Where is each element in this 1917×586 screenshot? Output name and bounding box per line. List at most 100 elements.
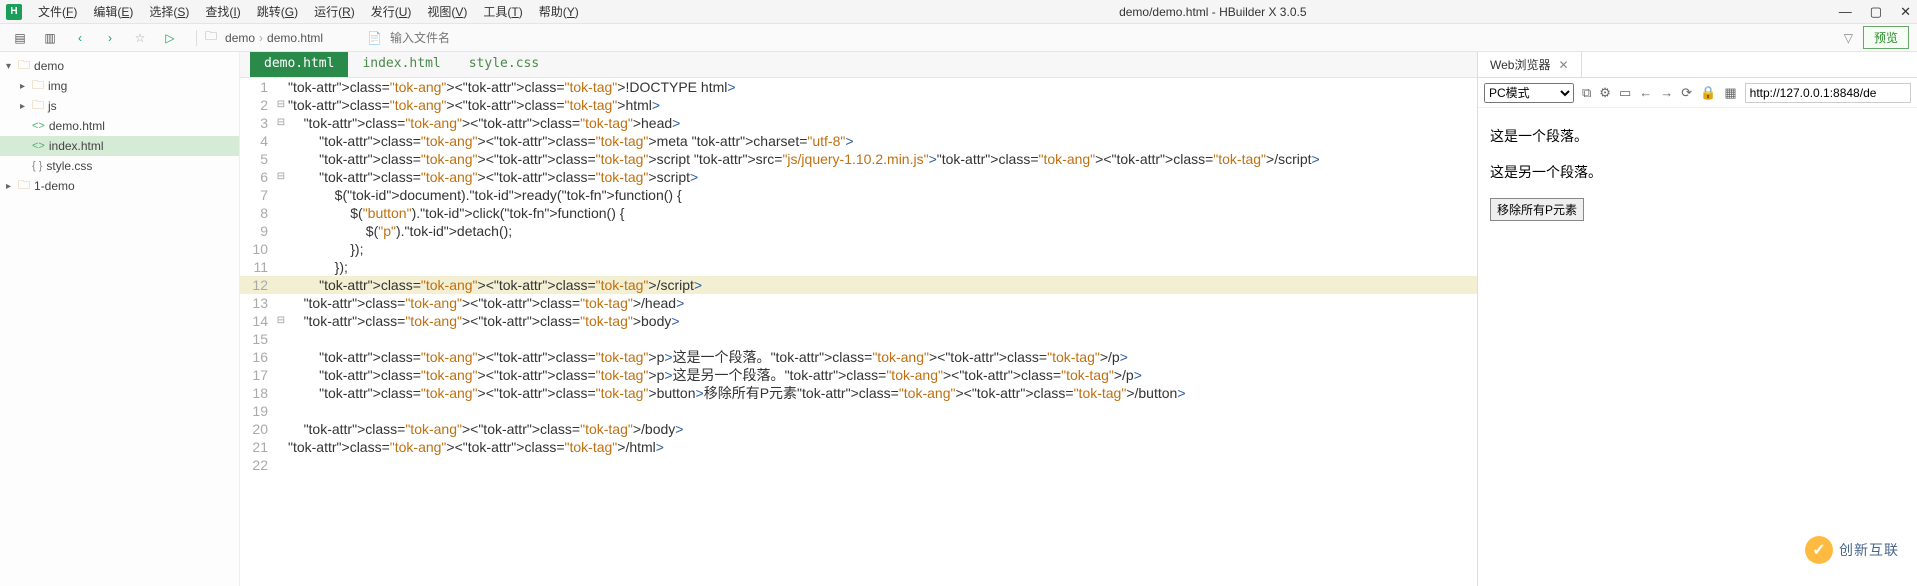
favorites-icon[interactable]: ☆	[128, 26, 152, 50]
fold-icon[interactable]	[274, 240, 288, 258]
browser-refresh-icon[interactable]: ⟳	[1681, 85, 1692, 101]
code-line[interactable]: 5 "tok-attr">class="tok-ang"><"tok-attr"…	[240, 150, 1477, 168]
chevron-icon[interactable]: ▸	[20, 101, 32, 112]
menu-item-e[interactable]: 编辑(E)	[85, 1, 141, 22]
fold-icon[interactable]	[274, 294, 288, 312]
menu-item-y[interactable]: 帮助(Y)	[531, 1, 587, 22]
left-panel-icon[interactable]: ▤	[8, 26, 32, 50]
code-line[interactable]: 3⊟ "tok-attr">class="tok-ang"><"tok-attr…	[240, 114, 1477, 132]
code-line[interactable]: 7 $("tok-id">document)."tok-id">ready("t…	[240, 186, 1477, 204]
code-line[interactable]: 8 $("button")."tok-id">click("tok-fn">fu…	[240, 204, 1477, 222]
fold-icon[interactable]: ⊟	[274, 114, 288, 132]
code-line[interactable]: 17 "tok-attr">class="tok-ang"><"tok-attr…	[240, 366, 1477, 384]
tree-item-index-html[interactable]: <>index.html	[0, 136, 239, 156]
chevron-icon[interactable]: ▾	[6, 61, 18, 72]
code-line[interactable]: 16 "tok-attr">class="tok-ang"><"tok-attr…	[240, 348, 1477, 366]
maximize-icon[interactable]: ▢	[1870, 4, 1882, 20]
chevron-icon[interactable]: ▸	[20, 81, 32, 92]
menu-item-s[interactable]: 选择(S)	[141, 1, 197, 22]
fold-icon[interactable]	[274, 222, 288, 240]
code-line[interactable]: 22	[240, 456, 1477, 474]
code-line[interactable]: 6⊟ "tok-attr">class="tok-ang"><"tok-attr…	[240, 168, 1477, 186]
line-content: });	[288, 258, 1477, 276]
menu-item-v[interactable]: 视图(V)	[419, 1, 475, 22]
minimize-icon[interactable]: —	[1839, 4, 1852, 20]
code-line[interactable]: 20 "tok-attr">class="tok-ang"><"tok-attr…	[240, 420, 1477, 438]
line-number: 6	[240, 168, 274, 186]
code-line[interactable]: 21"tok-attr">class="tok-ang"><"tok-attr"…	[240, 438, 1477, 456]
chevron-icon[interactable]: ▸	[6, 181, 18, 192]
right-panel-icon[interactable]: ▥	[38, 26, 62, 50]
fold-icon[interactable]	[274, 384, 288, 402]
fold-icon[interactable]: ⊟	[274, 168, 288, 186]
fold-icon[interactable]	[274, 402, 288, 420]
browser-back-icon[interactable]: ←	[1639, 85, 1652, 100]
fold-icon[interactable]	[274, 132, 288, 150]
menu-item-u[interactable]: 发行(U)	[363, 1, 420, 22]
code-line[interactable]: 4 "tok-attr">class="tok-ang"><"tok-attr"…	[240, 132, 1477, 150]
file-search-input[interactable]	[390, 31, 590, 45]
fold-icon[interactable]	[274, 150, 288, 168]
code-line[interactable]: 9 $("p")."tok-id">detach();	[240, 222, 1477, 240]
editor-tab-demo-html[interactable]: demo.html	[250, 52, 348, 77]
fold-icon[interactable]	[274, 348, 288, 366]
browser-screenshot-icon[interactable]: ▭	[1619, 85, 1631, 101]
fold-icon[interactable]	[274, 258, 288, 276]
app-logo-icon: H	[6, 4, 22, 20]
breadcrumb-item[interactable]: demo.html	[267, 31, 323, 45]
menu-item-r[interactable]: 运行(R)	[306, 1, 363, 22]
nav-back-icon[interactable]: ‹	[68, 26, 92, 50]
code-line[interactable]: 14⊟ "tok-attr">class="tok-ang"><"tok-att…	[240, 312, 1477, 330]
fold-icon[interactable]	[274, 330, 288, 348]
tree-item-style-css[interactable]: { }style.css	[0, 156, 239, 176]
code-line[interactable]: 12 "tok-attr">class="tok-ang"><"tok-attr…	[240, 276, 1477, 294]
tree-item-1-demo[interactable]: ▸🗀1-demo	[0, 176, 239, 196]
browser-mode-select[interactable]: PC模式	[1484, 83, 1574, 103]
close-icon[interactable]: ✕	[1900, 4, 1911, 20]
menu-item-f[interactable]: 文件(F)	[30, 1, 85, 22]
browser-tab-close-icon[interactable]: ✕	[1558, 58, 1568, 72]
run-icon[interactable]: ▷	[158, 26, 182, 50]
code-line[interactable]: 11 });	[240, 258, 1477, 276]
browser-url-input[interactable]	[1745, 83, 1911, 103]
editor-tab-index-html[interactable]: index.html	[348, 52, 454, 77]
menu-item-g[interactable]: 跳转(G)	[249, 1, 306, 22]
tree-item-js[interactable]: ▸🗀js	[0, 96, 239, 116]
code-line[interactable]: 10 });	[240, 240, 1477, 258]
tree-item-demo[interactable]: ▾🗀demo	[0, 56, 239, 76]
code-line[interactable]: 1"tok-attr">class="tok-ang"><"tok-attr">…	[240, 78, 1477, 96]
browser-settings-icon[interactable]: ⚙	[1599, 85, 1611, 101]
fold-icon[interactable]	[274, 420, 288, 438]
preview-button[interactable]: 预览	[1863, 26, 1909, 49]
new-file-icon[interactable]: 📄	[367, 31, 382, 45]
code-line[interactable]: 15	[240, 330, 1477, 348]
fold-icon[interactable]	[274, 438, 288, 456]
fold-icon[interactable]	[274, 276, 288, 294]
browser-qr-icon[interactable]: ▦	[1724, 85, 1736, 101]
fold-icon[interactable]	[274, 204, 288, 222]
fold-icon[interactable]	[274, 186, 288, 204]
filter-icon[interactable]: ▽	[1844, 31, 1853, 45]
code-line[interactable]: 2⊟"tok-attr">class="tok-ang"><"tok-attr"…	[240, 96, 1477, 114]
browser-new-window-icon[interactable]: ⧉	[1582, 85, 1591, 101]
fold-icon[interactable]	[274, 78, 288, 96]
fold-icon[interactable]	[274, 366, 288, 384]
breadcrumb-item[interactable]: demo	[225, 31, 255, 45]
code-editor[interactable]: 1"tok-attr">class="tok-ang"><"tok-attr">…	[240, 78, 1477, 586]
browser-lock-icon[interactable]: 🔒	[1700, 85, 1716, 101]
editor-tab-style-css[interactable]: style.css	[455, 52, 553, 77]
fold-icon[interactable]: ⊟	[274, 312, 288, 330]
tree-item-img[interactable]: ▸🗀img	[0, 76, 239, 96]
code-line[interactable]: 19	[240, 402, 1477, 420]
browser-tab[interactable]: Web浏览器 ✕	[1478, 52, 1582, 77]
code-line[interactable]: 13 "tok-attr">class="tok-ang"><"tok-attr…	[240, 294, 1477, 312]
fold-icon[interactable]	[274, 456, 288, 474]
menu-item-t[interactable]: 工具(T)	[475, 1, 530, 22]
remove-p-button[interactable]: 移除所有P元素	[1490, 198, 1584, 221]
tree-item-demo-html[interactable]: <>demo.html	[0, 116, 239, 136]
menu-item-i[interactable]: 查找(I)	[197, 1, 248, 22]
nav-forward-icon[interactable]: ›	[98, 26, 122, 50]
browser-forward-icon[interactable]: →	[1660, 85, 1673, 100]
code-line[interactable]: 18 "tok-attr">class="tok-ang"><"tok-attr…	[240, 384, 1477, 402]
fold-icon[interactable]: ⊟	[274, 96, 288, 114]
